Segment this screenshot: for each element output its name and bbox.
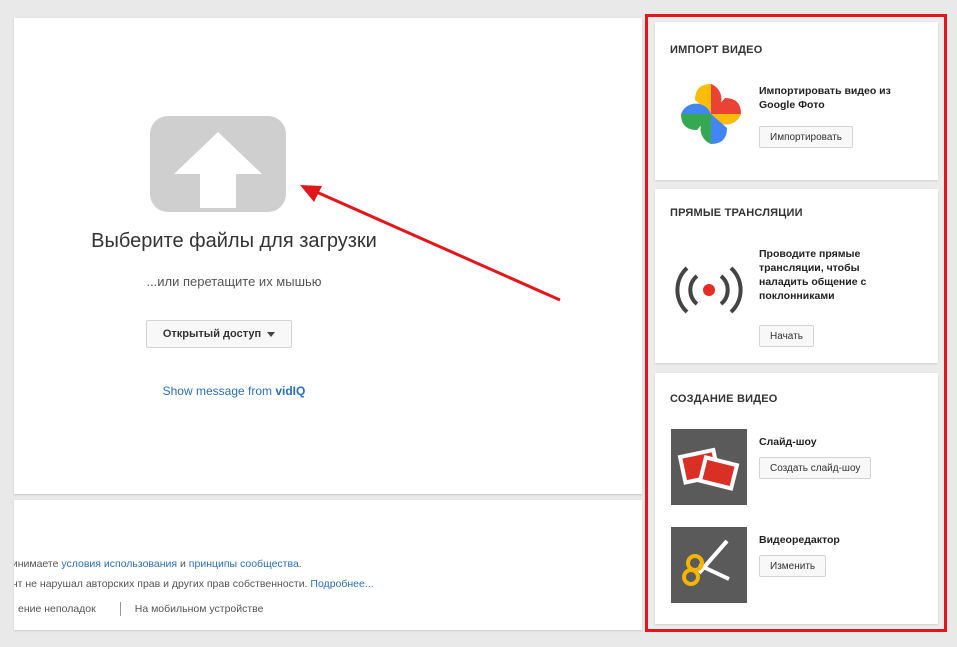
live-card-title: Прямые трансляции bbox=[670, 207, 803, 219]
upload-subtitle: ...или перетащите их мышью bbox=[146, 274, 322, 289]
upload-icon[interactable] bbox=[150, 116, 286, 212]
slideshow-label: Слайд-шоу bbox=[759, 436, 817, 448]
video-editor-label: Видеоредактор bbox=[759, 534, 840, 546]
privacy-dropdown[interactable]: Открытый доступ bbox=[146, 320, 292, 348]
copyright-text: ент не нарушал авторских прав и других п… bbox=[14, 578, 311, 590]
edit-video-button[interactable]: Изменить bbox=[759, 555, 827, 577]
troubleshooting-link[interactable]: ение неполадок bbox=[18, 603, 96, 615]
terms-end: . bbox=[298, 558, 302, 570]
terms-line: ринимаете условия использования и принци… bbox=[14, 558, 302, 570]
copyright-line: ент не нарушал авторских прав и других п… bbox=[14, 578, 374, 590]
privacy-label: Открытый доступ bbox=[162, 328, 262, 340]
page: Выберите файлы для загрузки ...или перет… bbox=[0, 0, 957, 647]
live-streaming-card: Прямые трансляции Проводите прямые транс… bbox=[655, 189, 938, 363]
start-live-button[interactable]: Начать bbox=[759, 325, 814, 347]
vidiq-message-link[interactable]: Show message from vidIQ bbox=[14, 384, 454, 398]
live-broadcast-icon bbox=[675, 266, 743, 314]
terms-mid: и bbox=[177, 558, 189, 570]
more-info-link[interactable]: Подробнее... bbox=[310, 578, 373, 590]
scissors-icon bbox=[671, 527, 747, 603]
create-video-card: Создание видео Слайд-шоу Создать слайд-ш… bbox=[655, 373, 938, 624]
slideshow-icon bbox=[671, 429, 747, 505]
import-card-title: Импорт видео bbox=[670, 44, 763, 56]
upload-title: Выберите файлы для загрузки bbox=[91, 230, 377, 252]
create-slideshow-button[interactable]: Создать слайд-шоу bbox=[759, 457, 872, 479]
vidiq-prefix: Show message from bbox=[162, 384, 276, 398]
terms-prefix: ринимаете bbox=[14, 558, 59, 570]
import-card-text: Импортировать видео из Google Фото bbox=[759, 85, 891, 111]
google-photos-icon bbox=[681, 84, 741, 144]
chevron-down-icon bbox=[267, 331, 276, 337]
terms-link[interactable]: условия использования bbox=[61, 558, 177, 570]
upload-panel[interactable]: Выберите файлы для загрузки ...или перет… bbox=[14, 18, 642, 494]
video-editor-thumbnail[interactable] bbox=[671, 527, 747, 603]
community-guidelines-link[interactable]: принципы сообщества bbox=[189, 558, 299, 570]
create-card-title: Создание видео bbox=[670, 393, 778, 405]
vidiq-brand: vidIQ bbox=[275, 384, 306, 398]
live-card-text: Проводите прямые трансляции, чтобы налад… bbox=[759, 248, 867, 302]
slideshow-thumbnail[interactable] bbox=[671, 429, 747, 505]
footer-links: ение неполадок На мобильном устройстве bbox=[18, 602, 263, 616]
import-video-card: Импорт видео Импортировать видео из Goog… bbox=[655, 22, 938, 180]
mobile-link[interactable]: На мобильном устройстве bbox=[135, 603, 264, 615]
footer-panel: ринимаете условия использования и принци… bbox=[14, 500, 642, 630]
import-button[interactable]: Импортировать bbox=[759, 126, 854, 148]
sidebar-highlighted: Импорт видео Импортировать видео из Goog… bbox=[645, 14, 947, 632]
divider bbox=[119, 602, 121, 616]
